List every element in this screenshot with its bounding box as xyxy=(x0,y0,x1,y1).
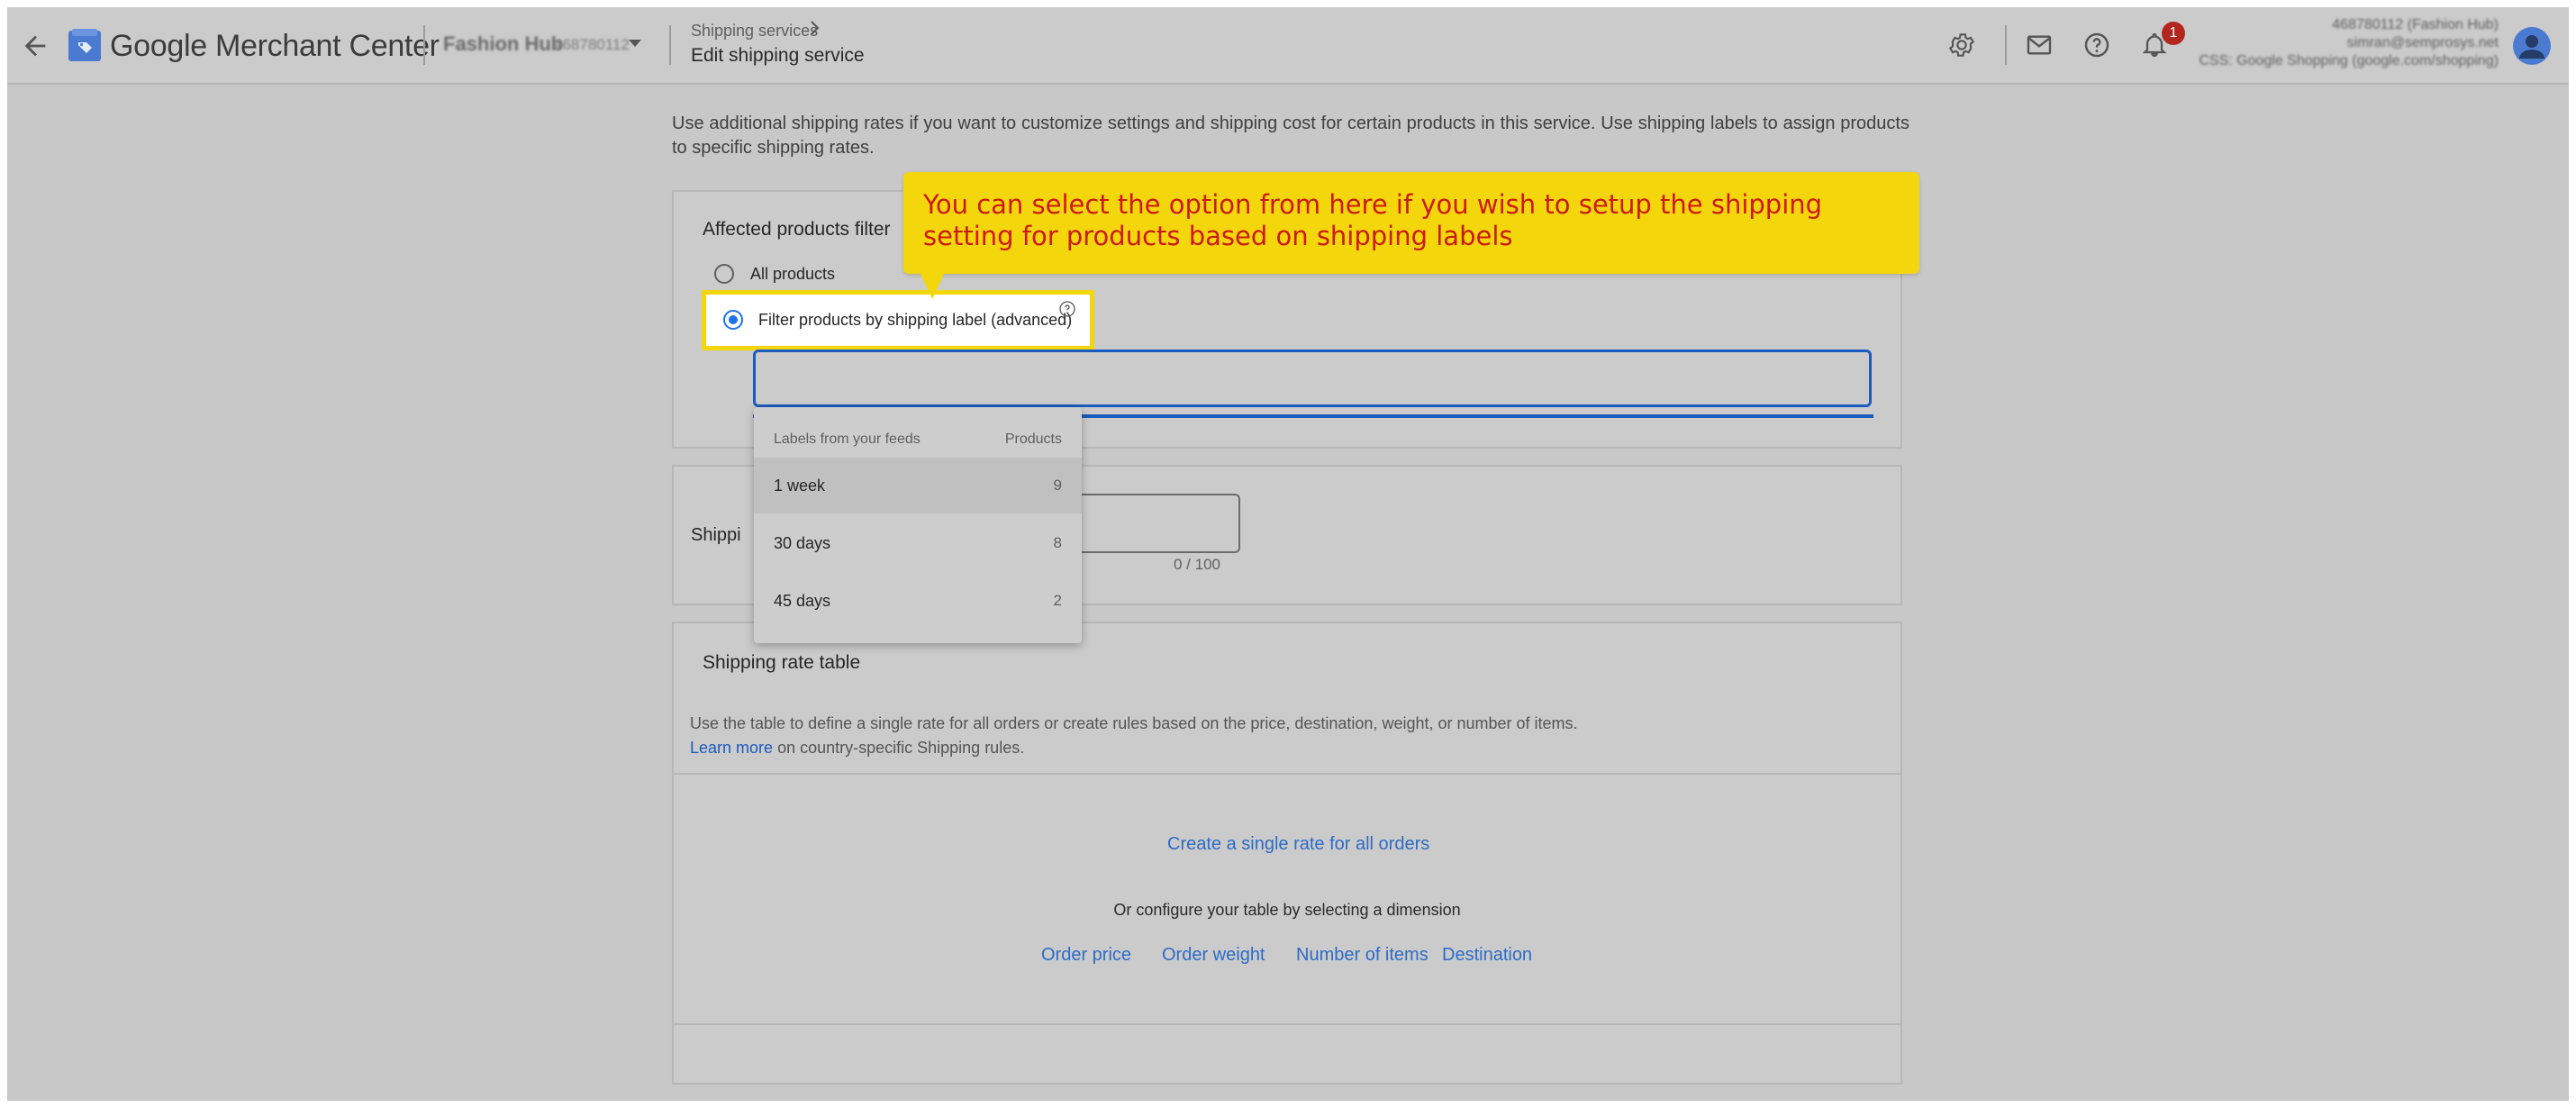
option-label: 45 days xyxy=(774,592,831,610)
radio-button[interactable] xyxy=(714,264,734,284)
description-text: on country-specific Shipping rules. xyxy=(773,739,1025,757)
divider xyxy=(674,773,1900,775)
account-line: 468780112 (Fashion Hub) xyxy=(2332,17,2499,32)
radio-label: All products xyxy=(750,264,836,283)
option-count: 2 xyxy=(1053,592,1062,609)
help-icon[interactable] xyxy=(2082,31,2111,59)
gear-icon[interactable] xyxy=(1947,31,1976,59)
dropdown-option-1-week[interactable]: 1 week 9 xyxy=(754,458,1082,513)
intro-text: Use additional shipping rates if you wan… xyxy=(672,114,1909,158)
app-frame: Google Merchant Center Fashion Hub 46878… xyxy=(7,7,2569,1101)
dropdown-header-products: Products xyxy=(1004,431,1062,447)
account-line: CSS: Google Shopping (google.com/shoppin… xyxy=(2199,53,2499,68)
breadcrumb-shipping-services[interactable]: Shipping services xyxy=(691,22,818,41)
configure-dimension-text: Or configure your table by selecting a d… xyxy=(1113,901,1461,919)
shipping-label-input[interactable] xyxy=(753,350,1872,407)
merchant-center-logo-icon xyxy=(68,29,101,61)
chevron-right-icon xyxy=(811,21,820,35)
dropdown-header-labels: Labels from your feeds xyxy=(774,431,921,447)
rate-table-title: Shipping rate table xyxy=(703,652,861,673)
callout-pointer xyxy=(920,272,945,299)
dimension-destination[interactable]: Destination xyxy=(1442,945,1532,966)
option-count: 8 xyxy=(1053,534,1062,551)
help-circle-icon[interactable] xyxy=(1058,300,1076,318)
rate-table-description: Use the table to define a single rate fo… xyxy=(690,712,1578,760)
mail-icon[interactable] xyxy=(2025,31,2054,59)
dimension-order-weight[interactable]: Order weight xyxy=(1162,945,1265,966)
dropdown-option-45-days[interactable]: 45 days 2 xyxy=(754,573,1082,629)
divider xyxy=(423,25,425,65)
dimension-number-of-items[interactable]: Number of items xyxy=(1296,945,1429,966)
callout-text: You can select the option from here if y… xyxy=(923,189,1823,251)
description-line-2: Learn more on country-specific Shipping … xyxy=(690,736,1578,760)
shipping-rate-table-card: Shipping rate table Use the table to def… xyxy=(672,622,1902,1085)
divider xyxy=(669,25,671,65)
shipping-label-dropdown: Labels from your feeds Products 1 week 9… xyxy=(754,407,1082,643)
avatar-icon[interactable] xyxy=(2513,27,2551,65)
account-line: simran@semprosys.net xyxy=(2346,35,2499,50)
learn-more-link[interactable]: Learn more xyxy=(690,739,773,757)
dimension-order-price[interactable]: Order price xyxy=(1041,945,1131,966)
page-title: Edit shipping service xyxy=(691,45,865,66)
account-id[interactable]: 468780112 xyxy=(554,36,630,54)
back-arrow-icon[interactable] xyxy=(20,31,50,61)
radio-filter-by-label[interactable]: Filter products by shipping label (advan… xyxy=(723,310,1072,330)
divider xyxy=(674,1023,1900,1025)
radio-all-products[interactable]: All products xyxy=(714,264,835,284)
affected-products-title: Affected products filter xyxy=(703,219,891,240)
account-name[interactable]: Fashion Hub xyxy=(443,32,563,56)
dropdown-option-30-days[interactable]: 30 days 8 xyxy=(754,515,1082,571)
radio-button-selected[interactable] xyxy=(723,310,743,330)
divider xyxy=(2005,25,2007,65)
account-dropdown-icon[interactable] xyxy=(629,40,641,47)
app-title: Google Merchant Center xyxy=(110,29,440,63)
option-label: 30 days xyxy=(774,534,831,552)
top-app-bar: Google Merchant Center Fashion Hub 46878… xyxy=(7,7,2569,85)
description-line: Use the table to define a single rate fo… xyxy=(690,714,1578,732)
option-count: 9 xyxy=(1053,477,1062,494)
shipping-name-title: Shippi xyxy=(691,525,741,545)
radio-label: Filter products by shipping label (advan… xyxy=(758,310,1073,329)
notification-badge: 1 xyxy=(2162,22,2185,45)
create-single-rate-link[interactable]: Create a single rate for all orders xyxy=(1167,834,1429,855)
account-info: 468780112 (Fashion Hub) simran@semprosys… xyxy=(2199,16,2499,70)
tutorial-callout: You can select the option from here if y… xyxy=(903,172,1919,274)
option-label: 1 week xyxy=(774,477,826,495)
character-counter: 0 / 100 xyxy=(1174,556,1220,573)
shipping-name-field[interactable] xyxy=(1075,494,1240,553)
